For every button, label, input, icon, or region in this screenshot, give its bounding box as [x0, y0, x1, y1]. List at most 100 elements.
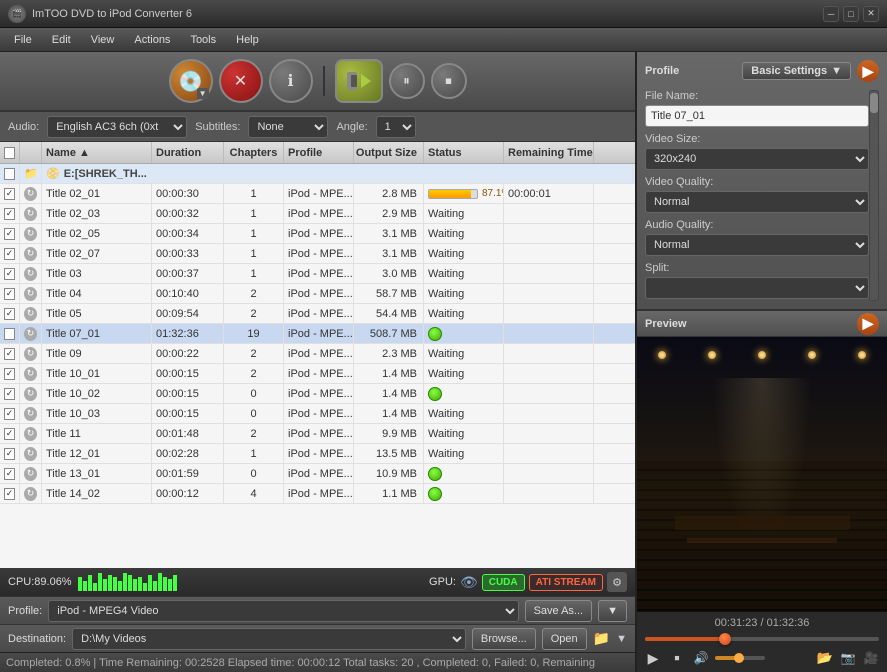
- browse-button[interactable]: Browse...: [472, 628, 536, 650]
- row-check[interactable]: [0, 444, 20, 463]
- row-checkbox[interactable]: [4, 208, 15, 220]
- row-checkbox[interactable]: [4, 488, 15, 500]
- row-check[interactable]: [0, 184, 20, 203]
- dest-select[interactable]: D:\My Videos: [72, 628, 466, 650]
- volume-slider-area[interactable]: [715, 656, 765, 660]
- preview-slider-thumb[interactable]: [719, 633, 731, 645]
- folder-checkbox[interactable]: [4, 168, 15, 180]
- list-item[interactable]: ↻ Title 02_01 00:00:30 1 iPod - MPE... 2…: [0, 184, 635, 204]
- row-check[interactable]: [0, 204, 20, 223]
- row-check[interactable]: [0, 244, 20, 263]
- list-item[interactable]: ↻ Title 02_03 00:00:32 1 iPod - MPE... 2…: [0, 204, 635, 224]
- list-item[interactable]: ↻ Title 02_05 00:00:34 1 iPod - MPE... 3…: [0, 224, 635, 244]
- audio-quality-select[interactable]: Normal: [645, 234, 869, 256]
- row-checkbox[interactable]: [4, 408, 15, 420]
- row-checkbox[interactable]: [4, 308, 15, 320]
- file-name-input[interactable]: [645, 105, 869, 127]
- preview-slider-area[interactable]: [637, 634, 887, 644]
- stop-preview-button[interactable]: ⏹: [667, 648, 687, 668]
- add-button[interactable]: 💿 ▼: [169, 59, 213, 103]
- row-checkbox[interactable]: [4, 328, 15, 340]
- profile-select[interactable]: iPod - MPEG4 Video: [48, 600, 518, 622]
- maximize-button[interactable]: □: [843, 6, 859, 22]
- menu-tools[interactable]: Tools: [180, 32, 226, 48]
- list-item[interactable]: ↻ Title 02_07 00:00:33 1 iPod - MPE... 3…: [0, 244, 635, 264]
- list-item[interactable]: ↻ Title 11 00:01:48 2 iPod - MPE... 9.9 …: [0, 424, 635, 444]
- row-checkbox[interactable]: [4, 368, 15, 380]
- row-checkbox[interactable]: [4, 188, 15, 200]
- stop-button-2[interactable]: ⏹: [431, 63, 467, 99]
- video-size-select[interactable]: 320x240: [645, 148, 869, 170]
- ati-button[interactable]: ATI STREAM: [529, 574, 603, 591]
- row-checkbox[interactable]: [4, 468, 15, 480]
- subtitles-select[interactable]: None: [248, 116, 328, 138]
- list-item[interactable]: ↻ Title 10_01 00:00:15 2 iPod - MPE... 1…: [0, 364, 635, 384]
- list-item[interactable]: ↻ Title 07_01 01:32:36 19 iPod - MPE... …: [0, 324, 635, 344]
- list-item[interactable]: ↻ Title 03 00:00:37 1 iPod - MPE... 3.0 …: [0, 264, 635, 284]
- preview-nav-arrow[interactable]: ▶: [857, 313, 879, 335]
- row-check[interactable]: [0, 264, 20, 283]
- angle-select[interactable]: 1: [376, 116, 416, 138]
- video-icon[interactable]: 🎥: [861, 648, 881, 668]
- cuda-button[interactable]: CUDA: [482, 574, 525, 591]
- volume-slider[interactable]: [715, 656, 765, 660]
- settings-scrollbar[interactable]: [869, 90, 879, 301]
- row-checkbox[interactable]: [4, 448, 15, 460]
- open-button[interactable]: Open: [542, 628, 587, 650]
- pause-button[interactable]: ⏸: [389, 63, 425, 99]
- menu-file[interactable]: File: [4, 32, 42, 48]
- row-check[interactable]: [0, 424, 20, 443]
- folder-open-icon[interactable]: 📂: [815, 648, 835, 668]
- row-checkbox[interactable]: [4, 248, 15, 260]
- header-duration[interactable]: Duration: [152, 142, 224, 163]
- row-check[interactable]: [0, 344, 20, 363]
- list-item[interactable]: ↻ Title 04 00:10:40 2 iPod - MPE... 58.7…: [0, 284, 635, 304]
- dropdown-arrow[interactable]: ▼: [616, 633, 627, 645]
- save-as-button[interactable]: Save As...: [525, 600, 593, 622]
- row-check[interactable]: [0, 464, 20, 483]
- menu-edit[interactable]: Edit: [42, 32, 81, 48]
- row-checkbox[interactable]: [4, 268, 15, 280]
- audio-select[interactable]: English AC3 6ch (0xt: [47, 116, 187, 138]
- folder-check[interactable]: [0, 164, 20, 183]
- row-checkbox[interactable]: [4, 388, 15, 400]
- list-item[interactable]: ↻ Title 14_02 00:00:12 4 iPod - MPE... 1…: [0, 484, 635, 504]
- preview-slider-track[interactable]: [645, 637, 879, 641]
- list-item[interactable]: ↻ Title 09 00:00:22 2 iPod - MPE... 2.3 …: [0, 344, 635, 364]
- split-select[interactable]: [645, 277, 869, 299]
- row-checkbox[interactable]: [4, 428, 15, 440]
- video-quality-select[interactable]: Normal: [645, 191, 869, 213]
- header-output-size[interactable]: Output Size: [354, 142, 424, 163]
- folder-row[interactable]: 📁 📀 E:[SHREK_TH...: [0, 164, 635, 184]
- list-item[interactable]: ↻ Title 13_01 00:01:59 0 iPod - MPE... 1…: [0, 464, 635, 484]
- row-check[interactable]: [0, 404, 20, 423]
- list-item[interactable]: ↻ Title 10_03 00:00:15 0 iPod - MPE... 1…: [0, 404, 635, 424]
- row-check[interactable]: [0, 304, 20, 323]
- play-button[interactable]: ▶: [643, 648, 663, 668]
- header-name[interactable]: Name ▲: [42, 142, 152, 163]
- basic-settings-button[interactable]: Basic Settings ▼: [742, 62, 851, 80]
- camera-icon[interactable]: 📷: [838, 648, 858, 668]
- row-checkbox[interactable]: [4, 348, 15, 360]
- row-check[interactable]: [0, 364, 20, 383]
- row-check[interactable]: [0, 284, 20, 303]
- row-check[interactable]: [0, 384, 20, 403]
- row-checkbox[interactable]: [4, 288, 15, 300]
- header-chapters[interactable]: Chapters: [224, 142, 284, 163]
- settings-icon[interactable]: ⚙: [607, 572, 627, 592]
- row-check[interactable]: [0, 324, 20, 343]
- profile-dropdown-button[interactable]: ▼: [598, 600, 627, 622]
- header-status[interactable]: Status: [424, 142, 504, 163]
- close-button[interactable]: ✕: [863, 6, 879, 22]
- select-all-checkbox[interactable]: [4, 147, 15, 159]
- minimize-button[interactable]: ─: [823, 6, 839, 22]
- header-profile[interactable]: Profile: [284, 142, 354, 163]
- row-check[interactable]: [0, 484, 20, 503]
- menu-actions[interactable]: Actions: [124, 32, 180, 48]
- row-check[interactable]: [0, 224, 20, 243]
- header-remaining[interactable]: Remaining Time: [504, 142, 594, 163]
- menu-help[interactable]: Help: [226, 32, 269, 48]
- list-item[interactable]: ↻ Title 12_01 00:02:28 1 iPod - MPE... 1…: [0, 444, 635, 464]
- list-item[interactable]: ↻ Title 10_02 00:00:15 0 iPod - MPE... 1…: [0, 384, 635, 404]
- nav-arrow-button[interactable]: ▶: [857, 60, 879, 82]
